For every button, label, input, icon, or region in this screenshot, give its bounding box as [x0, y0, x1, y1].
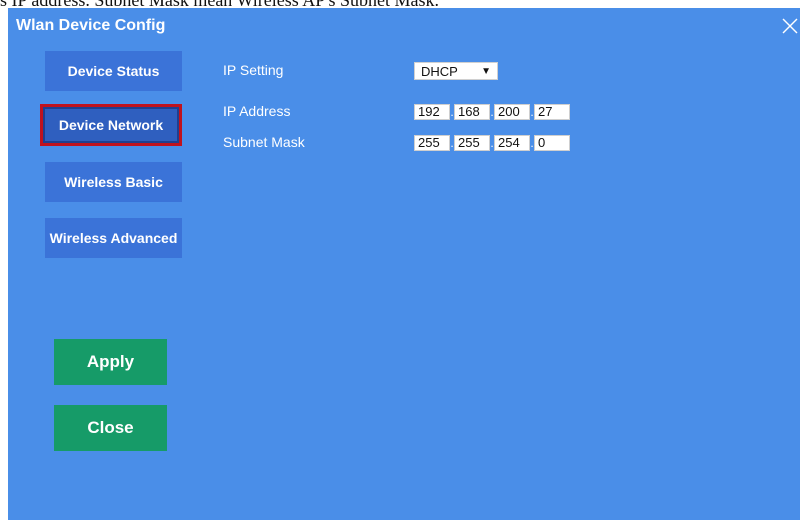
ip-address-octet-2[interactable]: 168	[454, 104, 490, 120]
ip-address-octet-4[interactable]: 27	[534, 104, 570, 120]
close-button[interactable]: Close	[54, 405, 167, 451]
page-caption: s IP address. Subnet Mask mean Wireless …	[0, 0, 800, 8]
ip-setting-label: IP Setting	[223, 62, 284, 78]
device-network-button[interactable]: Device Network	[40, 104, 182, 146]
dropdown-arrow-icon: ▼	[481, 65, 491, 77]
subnet-mask-octet-2[interactable]: 255	[454, 135, 490, 151]
ip-address-label: IP Address	[223, 103, 291, 119]
subnet-mask-label: Subnet Mask	[223, 134, 305, 150]
close-icon[interactable]	[780, 16, 800, 36]
dialog-titlebar: Wlan Device Config	[8, 8, 800, 42]
device-status-button[interactable]: Device Status	[45, 51, 182, 91]
dialog-title: Wlan Device Config	[16, 17, 166, 34]
ip-setting-select[interactable]: DHCP ▼	[414, 62, 498, 80]
ip-address-octet-1[interactable]: 192	[414, 104, 450, 120]
wireless-advanced-label: Wireless Advanced	[49, 230, 178, 246]
subnet-mask-octet-1[interactable]: 255	[414, 135, 450, 151]
device-status-label: Device Status	[67, 63, 160, 79]
wireless-advanced-button[interactable]: Wireless Advanced	[45, 218, 182, 258]
subnet-mask-octet-3[interactable]: 254	[494, 135, 530, 151]
wireless-basic-label: Wireless Basic	[64, 174, 163, 190]
device-network-label: Device Network	[58, 117, 164, 133]
wireless-basic-button[interactable]: Wireless Basic	[45, 162, 182, 202]
apply-label: Apply	[86, 352, 135, 371]
nav-panel: Device Status Device Network Wireless Ba…	[8, 42, 198, 520]
wlan-device-config-dialog: Wlan Device Config Device Status Device …	[8, 8, 800, 520]
apply-button[interactable]: Apply	[54, 339, 167, 385]
ip-address-field: 192 . 168 . 200 . 27	[414, 103, 570, 121]
subnet-mask-field: 255 . 255 . 254 . 0	[414, 134, 570, 152]
subnet-mask-octet-4[interactable]: 0	[534, 135, 570, 151]
ip-setting-value: DHCP	[421, 63, 458, 79]
ip-address-octet-3[interactable]: 200	[494, 104, 530, 120]
close-label: Close	[87, 418, 134, 437]
